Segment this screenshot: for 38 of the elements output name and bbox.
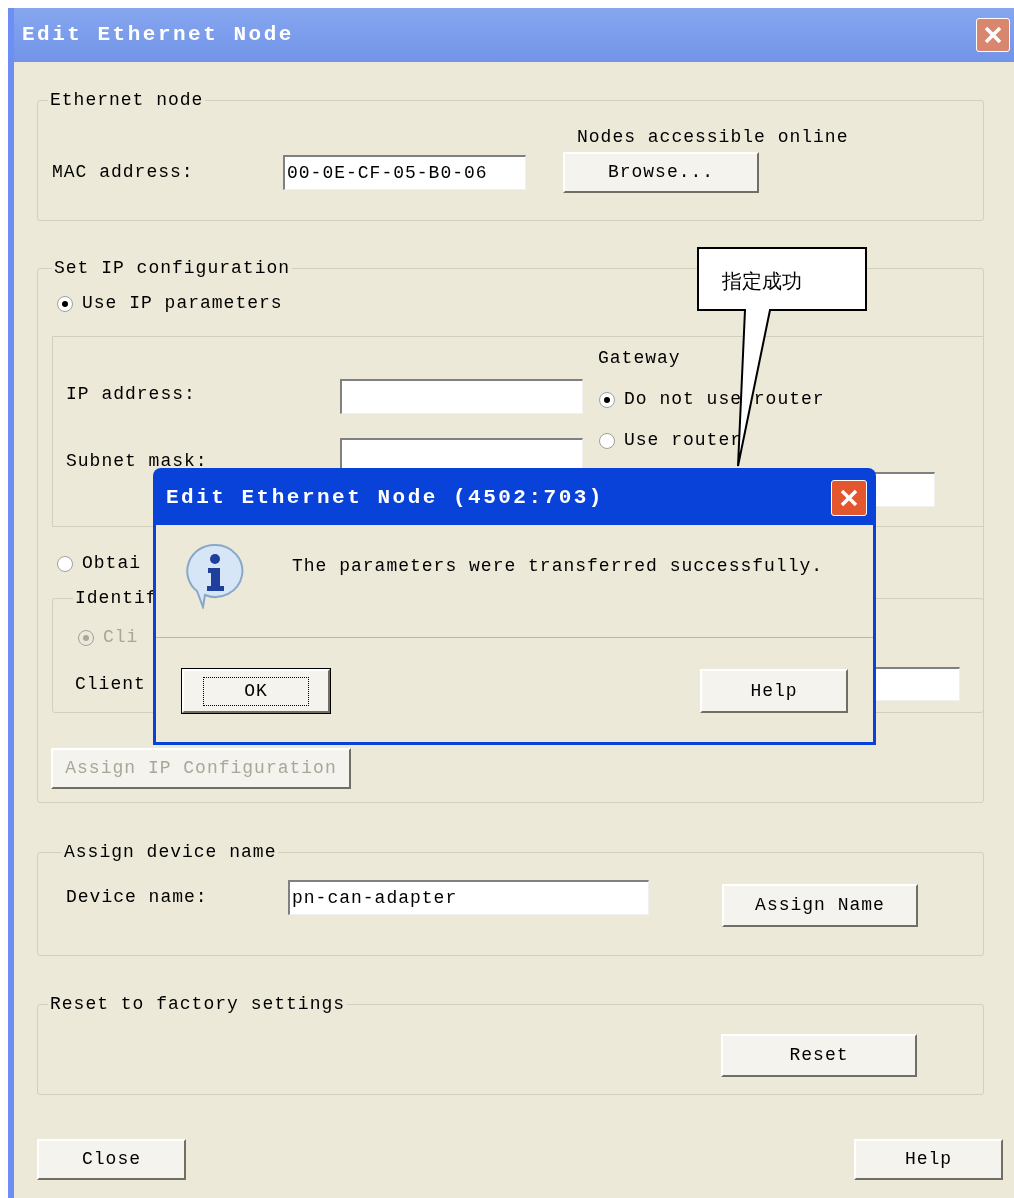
radio-label: Do not use router <box>624 388 825 411</box>
radio-button[interactable] <box>598 431 616 450</box>
field-label: IP address: <box>66 383 197 406</box>
group-label: Identif <box>75 588 158 608</box>
close-button[interactable] <box>976 18 1010 52</box>
group-label: Assign device name <box>64 842 277 862</box>
group-label: Set IP configuration <box>54 258 291 278</box>
close-button[interactable] <box>831 480 867 516</box>
group-label: Gateway <box>598 347 682 370</box>
close-icon <box>839 488 859 508</box>
radio-label: Cli <box>103 626 139 649</box>
mac-address-field[interactable]: 00-0E-CF-05-B0-06 <box>283 155 526 190</box>
dialog-title: Edit Ethernet Node (4502:703) <box>166 485 604 512</box>
group-label: Reset to factory settings <box>50 994 346 1014</box>
window-title: Edit Ethernet Node <box>22 22 294 49</box>
ok-button[interactable]: OK <box>182 669 330 713</box>
radio-button[interactable] <box>56 294 74 313</box>
radio-label: Obtai <box>82 552 141 575</box>
help-button[interactable]: Help <box>700 669 848 713</box>
field-label: Client <box>75 672 146 696</box>
help-button[interactable]: Help <box>854 1139 1003 1180</box>
close-icon <box>983 25 1003 45</box>
browse-button[interactable]: Browse... <box>563 152 759 193</box>
field-label: Subnet mask: <box>66 450 209 473</box>
message-text: The parameters were transferred successfully. <box>292 555 824 578</box>
assign-name-button[interactable]: Assign Name <box>722 884 918 927</box>
callout-text: 指定成功 <box>722 268 802 295</box>
group-label: Ethernet node <box>50 90 204 110</box>
radio-button[interactable] <box>598 390 616 409</box>
ip-address-field[interactable] <box>340 379 583 414</box>
close-dialog-button[interactable]: Close <box>37 1139 186 1180</box>
field-label: Device name: <box>66 886 209 909</box>
radio-label: Use IP parameters <box>82 292 283 315</box>
field-label: Nodes accessible online <box>577 125 849 149</box>
radio-button[interactable] <box>56 554 74 573</box>
reset-button[interactable]: Reset <box>721 1034 917 1077</box>
device-name-field[interactable]: pn-can-adapter <box>288 880 649 915</box>
field-label: MAC address: <box>52 161 195 184</box>
